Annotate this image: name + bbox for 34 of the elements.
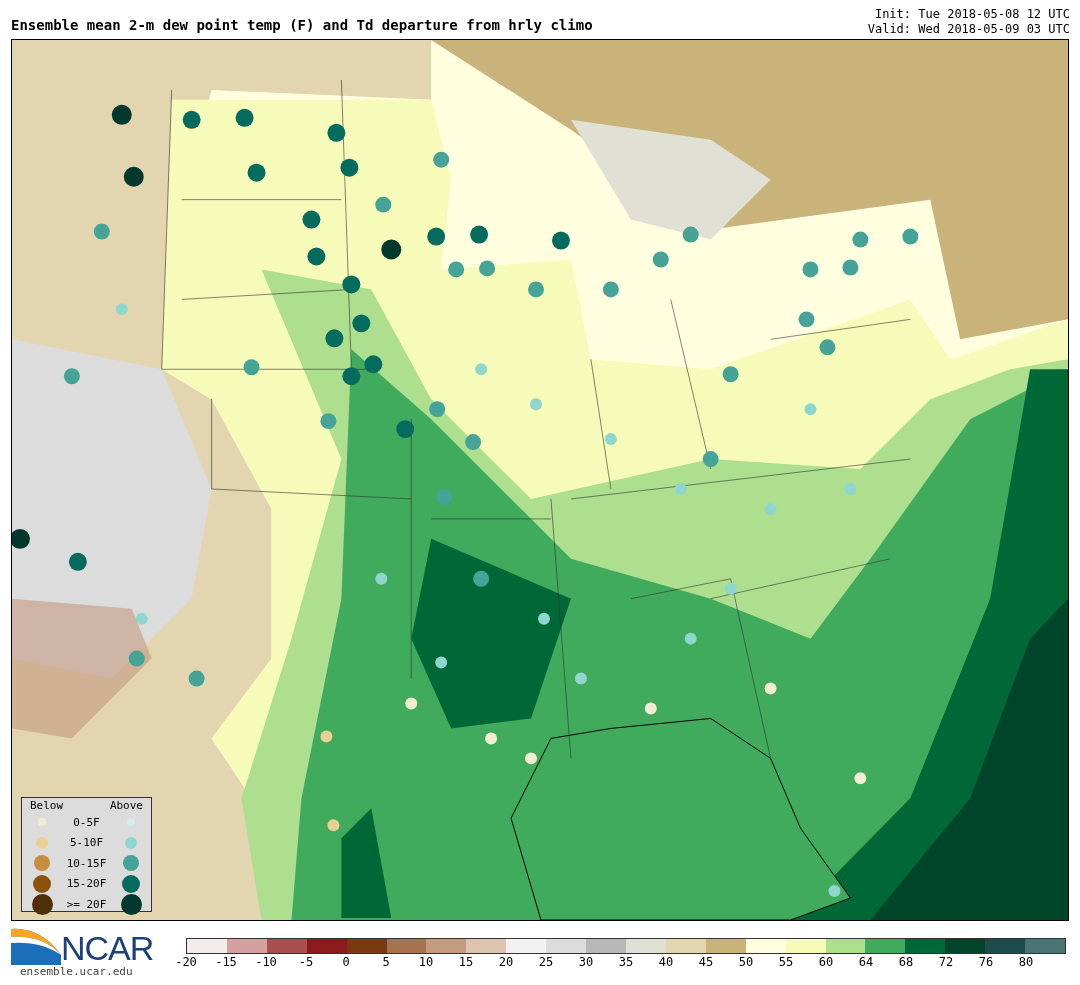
legend-label: 5-10F (68, 836, 105, 850)
scale-label: 40 (658, 955, 674, 969)
logo-text: NCAR (61, 931, 154, 965)
scale-label: 0 (342, 955, 350, 969)
map-title: Ensemble mean 2-m dew point temp (F) and Td departure from hrly climo (11, 17, 593, 35)
scale-label: 30 (578, 955, 594, 969)
scale-label: 68 (898, 955, 914, 969)
scale-label: 25 (538, 955, 554, 969)
scale-label: 45 (698, 955, 714, 969)
scale-label: 35 (618, 955, 634, 969)
scale-label: 80 (1018, 955, 1034, 969)
legend-label: 10-15F (65, 856, 108, 870)
scale-label: 72 (938, 955, 954, 969)
scale-label: -10 (255, 955, 277, 969)
scale-label: 10 (418, 955, 434, 969)
site-url: ensemble.ucar.edu (19, 965, 134, 978)
legend-label: 0-5F (72, 815, 101, 829)
legend-label: >= 20F (65, 898, 108, 911)
init-time: Init: Tue 2018-05-08 12 UTC (873, 7, 1070, 22)
scale-label: 55 (778, 955, 794, 969)
scale-label: 15 (458, 955, 474, 969)
legend-heading: Below (30, 799, 64, 812)
scale-label: 76 (978, 955, 994, 969)
scale-label: -20 (175, 955, 197, 969)
scale-label: 60 (818, 955, 834, 969)
legend-label: 15-20F (65, 877, 108, 891)
scale-label: -5 (298, 955, 314, 969)
scale-label: 50 (738, 955, 754, 969)
scale-label: 64 (858, 955, 874, 969)
scale-label: -15 (215, 955, 237, 969)
scale-label: 20 (498, 955, 514, 969)
scale-label: 5 (382, 955, 390, 969)
legend-heading: Above (109, 799, 143, 812)
valid-time: Valid: Wed 2018-05-09 03 UTC (867, 22, 1070, 37)
